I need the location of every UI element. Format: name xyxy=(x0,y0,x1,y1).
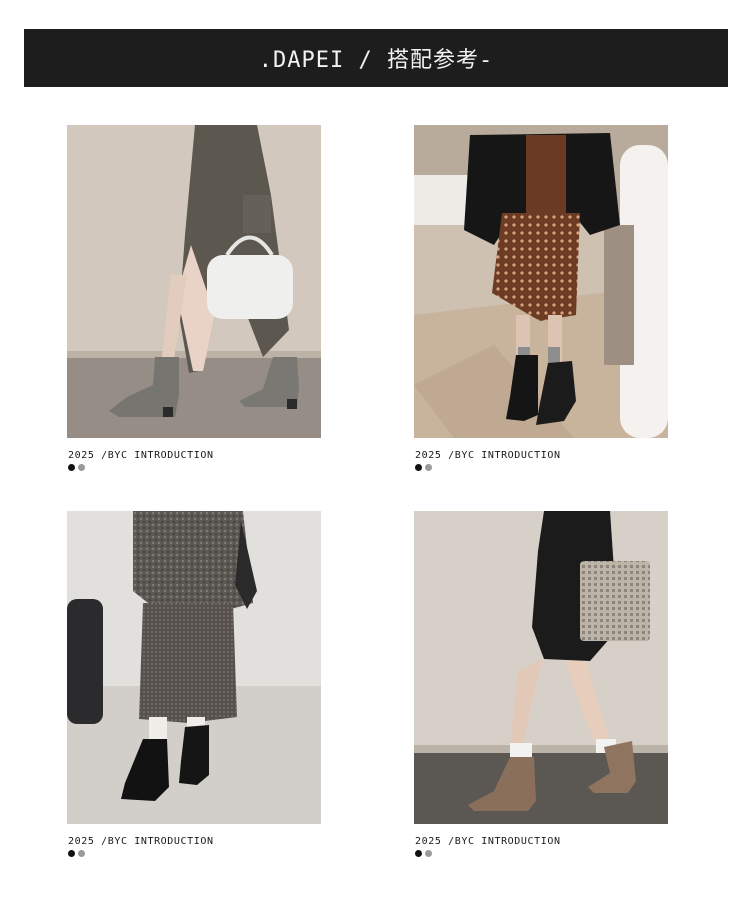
swatch-gray[interactable] xyxy=(425,850,432,857)
outfit-photo-1[interactable] xyxy=(67,125,321,438)
outfit-caption: 2025 /BYC INTRODUCTION xyxy=(68,450,214,461)
outfit-caption: 2025 /BYC INTRODUCTION xyxy=(415,836,561,847)
outfit-card-1[interactable]: 2025 /BYC INTRODUCTION xyxy=(67,125,321,471)
outfit-card-3[interactable]: 2025 /BYC INTRODUCTION xyxy=(67,511,321,857)
header-banner: .DAPEI / 搭配参考- xyxy=(24,29,728,87)
outfit-card-2[interactable]: 2025 /BYC INTRODUCTION xyxy=(414,125,668,471)
outfit-photo-3[interactable] xyxy=(67,511,321,824)
swatch-black[interactable] xyxy=(415,464,422,471)
page-title: .DAPEI / 搭配参考- xyxy=(258,48,494,73)
outfit-photo-4[interactable] xyxy=(414,511,668,824)
color-swatches xyxy=(415,850,668,857)
swatch-black[interactable] xyxy=(68,850,75,857)
color-swatches xyxy=(68,850,321,857)
swatch-gray[interactable] xyxy=(78,850,85,857)
swatch-gray[interactable] xyxy=(78,464,85,471)
outfit-caption: 2025 /BYC INTRODUCTION xyxy=(415,450,561,461)
outfit-card-4[interactable]: 2025 /BYC INTRODUCTION xyxy=(414,511,668,857)
color-swatches xyxy=(415,464,668,471)
swatch-black[interactable] xyxy=(415,850,422,857)
outfit-caption: 2025 /BYC INTRODUCTION xyxy=(68,836,214,847)
outfit-photo-2[interactable] xyxy=(414,125,668,438)
swatch-gray[interactable] xyxy=(425,464,432,471)
swatch-black[interactable] xyxy=(68,464,75,471)
color-swatches xyxy=(68,464,321,471)
